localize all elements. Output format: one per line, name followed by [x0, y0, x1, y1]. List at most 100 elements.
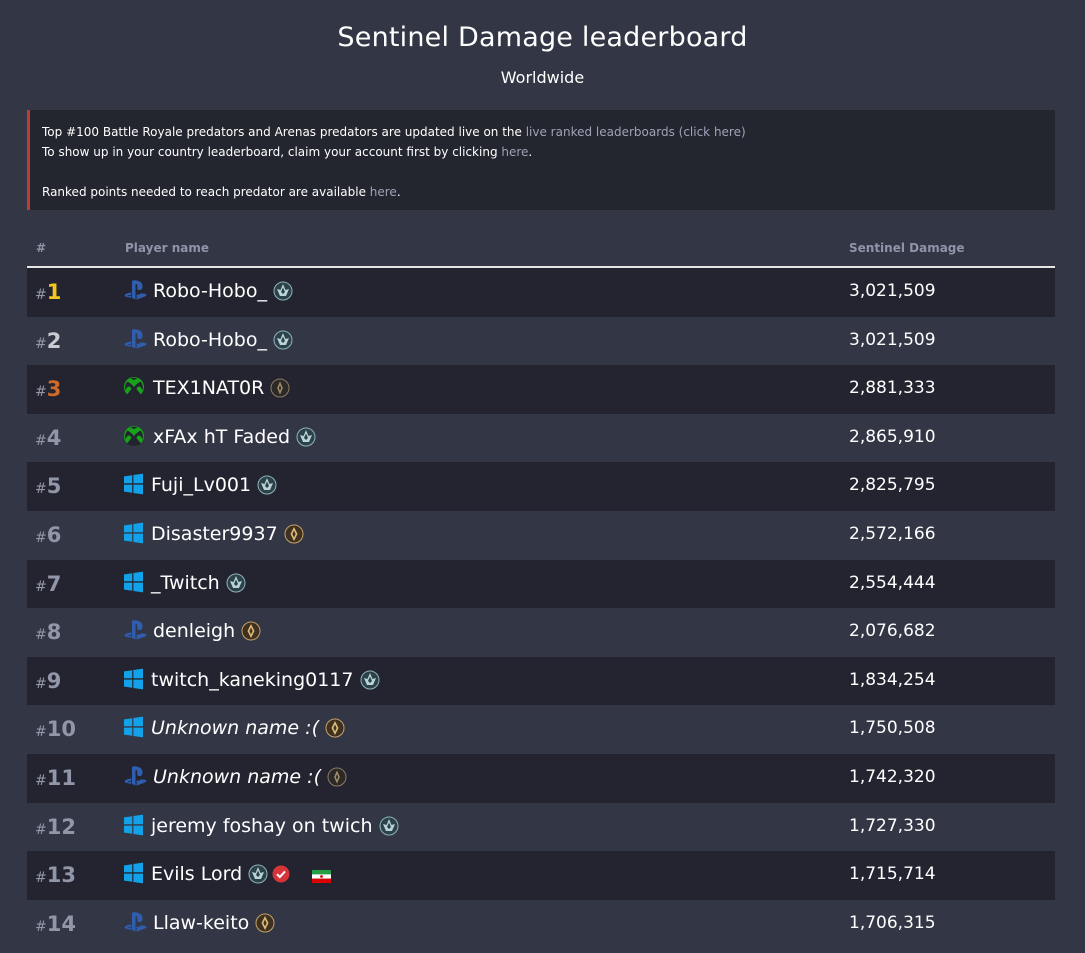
table-row[interactable]: #11 Unknown name :(1,742,320	[27, 753, 1055, 803]
player-cell: Unknown name :(	[123, 764, 351, 790]
rank-number: 2	[46, 328, 62, 353]
teal-rank-badge-icon	[360, 670, 380, 690]
claim-account-link[interactable]: here	[501, 145, 528, 159]
player-name-link[interactable]: jeremy foshay on twich	[151, 815, 373, 837]
player-name-link[interactable]: Unknown name :(	[153, 766, 321, 788]
rank-number: 11	[46, 765, 76, 790]
rank-hash: #	[35, 821, 47, 838]
rank-hash: #	[35, 675, 47, 692]
player-name-link[interactable]: TEX1NAT0R	[153, 377, 264, 399]
page-title: Sentinel Damage leaderboard	[337, 22, 748, 53]
player-cell: xFAx hT Faded	[123, 424, 320, 450]
rank-cell: #13	[35, 863, 76, 887]
rank-hash: #	[35, 384, 47, 401]
notice-line-2-text: To show up in your country leaderboard, …	[42, 145, 502, 159]
rank-number: 14	[46, 911, 76, 936]
table-row[interactable]: #7 _Twitch 2,554,444	[27, 559, 1055, 609]
table-header: # Player name Sentinel Damage	[27, 230, 1055, 268]
rank-cell: #12	[35, 815, 76, 839]
player-name-link[interactable]: Robo-Hobo_	[153, 280, 267, 302]
rank-hash: #	[35, 432, 47, 449]
rank-number: 10	[46, 717, 76, 742]
page-subtitle: Worldwide	[500, 68, 585, 87]
bronze-rank-badge-icon	[325, 718, 345, 738]
player-name-link[interactable]: xFAx hT Faded	[153, 426, 290, 448]
bronze-rank-badge-icon	[255, 913, 275, 933]
rank-cell: #4	[35, 426, 61, 450]
player-cell: TEX1NAT0R	[123, 375, 294, 401]
damage-value: 2,865,910	[849, 426, 936, 447]
column-header-player[interactable]: Player name	[125, 241, 209, 255]
player-cell: denleigh	[123, 618, 265, 644]
damage-value: 2,554,444	[849, 572, 936, 593]
player-name-link[interactable]: Unknown name :(	[151, 717, 319, 739]
notice-spacer	[42, 162, 1043, 182]
rank-hash: #	[35, 287, 47, 303]
teal-rank-badge-icon	[296, 427, 316, 447]
dark-rank-badge-icon	[327, 767, 347, 787]
table-row[interactable]: #10 Unknown name :(1,750,508	[27, 705, 1055, 754]
rank-hash: #	[35, 481, 47, 498]
rank-hash: #	[35, 578, 47, 595]
rank-number: 8	[46, 620, 62, 645]
player-name-link[interactable]: _Twitch	[151, 572, 220, 594]
playstation-icon	[123, 619, 153, 643]
info-notice: Top #100 Battle Royale predators and Are…	[27, 110, 1055, 210]
player-name-link[interactable]: Fuji_Lv001	[151, 474, 251, 496]
player-name-link[interactable]: Robo-Hobo_	[153, 329, 267, 351]
rank-number: 13	[46, 863, 76, 888]
rank-number: 9	[46, 668, 62, 693]
bronze-rank-badge-icon	[284, 524, 304, 544]
damage-value: 3,021,509	[849, 329, 936, 350]
rank-cell: #3	[35, 377, 61, 401]
notice-line-2: To show up in your country leaderboard, …	[42, 142, 1043, 162]
notice-line-3-end: .	[396, 185, 401, 199]
table-row[interactable]: #8 denleigh 2,076,682	[27, 608, 1055, 657]
table-row[interactable]: #12 jeremy foshay on twich 1,727,330	[27, 803, 1055, 852]
player-name-link[interactable]: denleigh	[153, 620, 235, 642]
player-cell: Robo-Hobo_	[123, 278, 297, 304]
table-row[interactable]: #2 Robo-Hobo_ 3,021,509	[27, 317, 1055, 366]
notice-line-3-text: Ranked points needed to reach predator a…	[42, 185, 370, 199]
rank-cell: #5	[35, 474, 61, 498]
column-header-value[interactable]: Sentinel Damage	[849, 241, 965, 255]
rank-cell: #1	[35, 280, 61, 304]
rank-cell: #2	[35, 329, 61, 353]
windows-icon	[123, 571, 151, 595]
player-name-link[interactable]: Llaw-keito	[153, 912, 249, 934]
table-row[interactable]: #5 Fuji_Lv001 2,825,795	[27, 462, 1055, 511]
damage-value: 1,834,254	[849, 669, 936, 690]
player-name-link[interactable]: twitch_kaneking0117	[151, 669, 354, 691]
table-row[interactable]: #1 Robo-Hobo_ 3,021,509	[27, 268, 1055, 317]
windows-icon	[123, 814, 151, 838]
column-header-rank[interactable]: #	[36, 241, 46, 255]
player-name-link[interactable]: Disaster9937	[151, 523, 278, 545]
rank-cell: #7	[35, 572, 61, 596]
player-cell: Fuji_Lv001	[123, 472, 281, 498]
leaderboard-table: # Player name Sentinel Damage #1 Robo-Hob…	[27, 230, 1055, 948]
live-ranked-leaderboards-link[interactable]: live ranked leaderboards (click here)	[526, 125, 746, 139]
table-row[interactable]: #13 Evils Lord 1,715,714	[27, 851, 1055, 900]
predator-points-link[interactable]: here	[370, 185, 397, 199]
table-row[interactable]: #3 TEX1NAT0R 2,881,333	[27, 365, 1055, 414]
teal-rank-badge-icon	[248, 864, 268, 884]
player-name-link[interactable]: Evils Lord	[151, 863, 242, 885]
playstation-icon	[123, 911, 153, 935]
rank-number: 5	[46, 474, 62, 499]
rank-number: 3	[46, 377, 62, 402]
damage-value: 3,021,509	[849, 281, 936, 301]
rank-cell: #10	[35, 717, 76, 741]
rank-hash: #	[35, 627, 47, 644]
notice-line-2-end: .	[528, 145, 533, 159]
damage-value: 1,727,330	[849, 815, 936, 836]
playstation-icon	[123, 765, 153, 789]
teal-rank-badge-icon	[257, 475, 277, 495]
rank-hash: #	[35, 529, 47, 546]
damage-value: 1,742,320	[849, 766, 936, 787]
table-row[interactable]: #6 Disaster9937 2,572,166	[27, 511, 1055, 560]
damage-value: 1,715,714	[849, 864, 936, 885]
table-row[interactable]: #14 Llaw-keito 1,706,315	[27, 900, 1055, 949]
teal-rank-badge-icon	[273, 330, 293, 350]
table-row[interactable]: #4 xFAx hT Faded 2,865,910	[27, 414, 1055, 463]
table-row[interactable]: #9 twitch_kaneking0117 1,834,254	[27, 656, 1055, 706]
